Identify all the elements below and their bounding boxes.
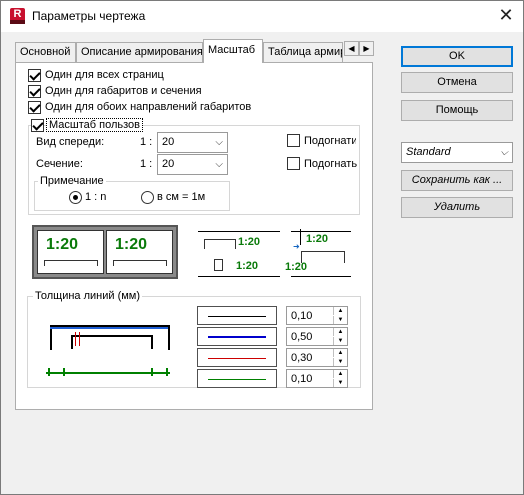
line-thickness-black-value: 0,10	[291, 310, 313, 322]
section-label: Сечение:	[36, 158, 83, 170]
close-icon[interactable]: ✕	[494, 5, 518, 27]
fit-front-checkbox[interactable]	[287, 134, 300, 147]
spin-down-icon[interactable]: ▼	[333, 337, 347, 345]
line-thickness-green-value: 0,10	[291, 373, 313, 385]
spin-down-icon[interactable]: ▼	[333, 316, 347, 324]
dims-sections-checkbox[interactable]	[28, 85, 41, 98]
preview-scale-label: 1:20	[285, 261, 308, 273]
line-thickness-blue-spinner[interactable]: 0,50 ▲ ▼	[286, 327, 348, 346]
preview-scale-label: 1:20	[115, 236, 148, 253]
tab-basic[interactable]: Основной	[15, 42, 76, 62]
line-thickness-illustration	[46, 322, 170, 380]
tab-scale[interactable]: Масштаб	[203, 39, 263, 63]
fit-front-label: Подогнати	[304, 135, 356, 147]
section-scale-value: 20	[162, 158, 175, 170]
preview-scale-label: 1:20	[238, 236, 261, 248]
line-sample-black[interactable]	[197, 306, 277, 325]
chevron-down-icon: ⌵	[215, 137, 223, 148]
note-ratio-label: 1 : n	[85, 191, 107, 203]
front-view-scale-combo[interactable]: 20 ⌵	[157, 132, 228, 153]
tab-scroll-left-icon[interactable]: ◀	[344, 41, 359, 56]
fit-section-checkbox[interactable]	[287, 157, 300, 170]
app-logo-icon: R	[10, 8, 25, 24]
line-thickness-title: Толщина линий (мм)	[33, 290, 143, 302]
arrow-icon: ➜	[293, 242, 300, 251]
tab-panel-scale: Один для всех страниц Один для габаритов…	[15, 62, 373, 410]
tab-reinforcement-description[interactable]: Описание армирования	[76, 42, 203, 62]
help-button[interactable]: Помощь	[401, 100, 513, 121]
spin-down-icon[interactable]: ▼	[333, 358, 347, 366]
tab-scroll-right-icon[interactable]: ▶	[359, 41, 374, 56]
line-thickness-red-spinner[interactable]: 0,30 ▲ ▼	[286, 348, 348, 367]
preview-scale-label: 1:20	[46, 236, 79, 253]
spin-up-icon[interactable]: ▲	[333, 370, 347, 378]
ok-button[interactable]: OK	[401, 46, 513, 67]
dialog-window: R Параметры чертежа ✕ Основной Описание …	[0, 0, 524, 495]
user-scale-label: Масштаб пользов	[46, 118, 143, 132]
spin-down-icon[interactable]: ▼	[333, 379, 347, 387]
section-scale-combo[interactable]: 20 ⌵	[157, 154, 228, 175]
note-group-title: Примечание	[38, 175, 106, 187]
line-sample-red[interactable]	[197, 348, 277, 367]
dims-sections-label: Один для габаритов и сечения	[45, 85, 202, 97]
section-prefix: 1 :	[140, 158, 153, 170]
all-pages-label: Один для всех страниц	[45, 69, 164, 81]
window-title: Параметры чертежа	[32, 9, 146, 23]
cancel-button[interactable]: Отмена	[401, 72, 513, 93]
spin-up-icon[interactable]: ▲	[333, 307, 347, 315]
line-sample-green[interactable]	[197, 369, 277, 388]
spin-up-icon[interactable]: ▲	[333, 349, 347, 357]
line-thickness-black-spinner[interactable]: 0,10 ▲ ▼	[286, 306, 348, 325]
chevron-down-icon: ⌵	[500, 147, 508, 158]
preset-combo[interactable]: Standard ⌵	[401, 142, 513, 163]
chevron-down-icon: ⌵	[215, 159, 223, 170]
note-ratio-radio[interactable]	[69, 191, 82, 204]
front-view-scale-value: 20	[162, 136, 175, 148]
both-directions-label: Один для обоих направлений габаритов	[45, 101, 252, 113]
sheet-scale-preview: 1:20 1:20	[32, 225, 178, 279]
all-pages-checkbox[interactable]	[28, 69, 41, 82]
dimension-scale-preview: 1:20 1:20	[198, 231, 280, 277]
delete-button[interactable]: Удалить	[401, 197, 513, 218]
note-cm-radio[interactable]	[141, 191, 154, 204]
note-cm-label: в см = 1м	[157, 191, 206, 203]
section-scale-preview: 1:20 ➜ 1:20	[285, 229, 351, 277]
both-directions-checkbox[interactable]	[28, 101, 41, 114]
line-thickness-green-spinner[interactable]: 0,10 ▲ ▼	[286, 369, 348, 388]
line-thickness-blue-value: 0,50	[291, 331, 313, 343]
save-as-button[interactable]: Сохранить как ...	[401, 170, 513, 191]
line-thickness-red-value: 0,30	[291, 352, 313, 364]
preview-scale-label: 1:20	[306, 233, 329, 245]
front-view-label: Вид спереди:	[36, 136, 105, 148]
user-scale-checkbox[interactable]	[31, 119, 44, 132]
fit-section-label: Подогнать	[304, 158, 358, 170]
tab-reinforcement-table[interactable]: Таблица армир	[263, 42, 343, 62]
spin-up-icon[interactable]: ▲	[333, 328, 347, 336]
preset-value: Standard	[406, 146, 451, 158]
title-bar: R Параметры чертежа ✕	[1, 1, 523, 32]
front-view-prefix: 1 :	[140, 136, 153, 148]
line-sample-blue[interactable]	[197, 327, 277, 346]
preview-scale-label: 1:20	[236, 260, 259, 272]
